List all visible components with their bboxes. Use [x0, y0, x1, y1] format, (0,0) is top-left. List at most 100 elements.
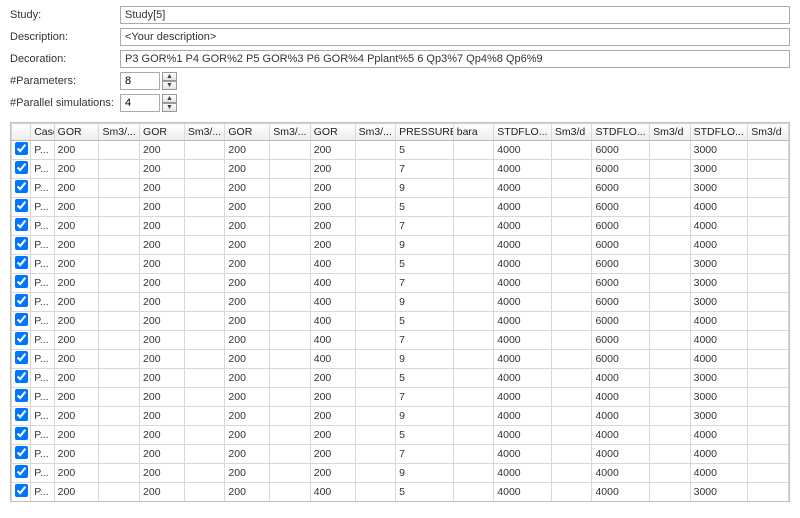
table-row[interactable]: P...2002002004005400060003000: [12, 255, 789, 274]
cell-u2[interactable]: [184, 350, 225, 369]
cell-su3[interactable]: [748, 236, 789, 255]
column-header[interactable]: Sm3/...: [99, 124, 140, 141]
column-header[interactable]: [12, 124, 31, 141]
cell-gor4[interactable]: 200: [310, 407, 355, 426]
cell-sf3[interactable]: 3000: [690, 160, 748, 179]
row-checkbox[interactable]: [15, 294, 28, 307]
table-row[interactable]: P...2002002002007400060004000: [12, 217, 789, 236]
cell-su3[interactable]: [748, 502, 789, 503]
cell-u4[interactable]: [355, 331, 396, 350]
cell-pressure[interactable]: 5: [396, 426, 454, 445]
cell-su2[interactable]: [650, 236, 691, 255]
cell-u4[interactable]: [355, 388, 396, 407]
table-row[interactable]: P...2002002004009400060003000: [12, 293, 789, 312]
cell-sf3[interactable]: 4000: [690, 464, 748, 483]
column-header[interactable]: Sm3/d: [650, 124, 691, 141]
cell-sf1[interactable]: 4000: [494, 179, 552, 198]
cell-gor4[interactable]: 200: [310, 445, 355, 464]
cell-sf3[interactable]: 4000: [690, 198, 748, 217]
cell-sf1[interactable]: 4000: [494, 236, 552, 255]
cell-u2[interactable]: [184, 426, 225, 445]
cell-gor2[interactable]: 200: [140, 274, 185, 293]
table-row[interactable]: P...2002002004005400040003000: [12, 483, 789, 502]
column-header[interactable]: GOR: [310, 124, 355, 141]
cell-su3[interactable]: [748, 445, 789, 464]
cell-pu[interactable]: [453, 426, 494, 445]
cell-case[interactable]: P...: [31, 369, 54, 388]
cell-gor2[interactable]: 200: [140, 388, 185, 407]
row-checkbox[interactable]: [15, 199, 28, 212]
cell-pu[interactable]: [453, 407, 494, 426]
row-checkbox[interactable]: [15, 256, 28, 269]
cell-gor2[interactable]: 200: [140, 255, 185, 274]
cell-u3[interactable]: [270, 160, 311, 179]
cell-sf2[interactable]: 4000: [592, 483, 650, 502]
cell-gor3[interactable]: 200: [225, 293, 270, 312]
cell-su3[interactable]: [748, 141, 789, 160]
cell-u3[interactable]: [270, 331, 311, 350]
cell-sf3[interactable]: 4000: [690, 426, 748, 445]
cell-sf3[interactable]: 3000: [690, 274, 748, 293]
cell-u1[interactable]: [99, 293, 140, 312]
cell-su3[interactable]: [748, 293, 789, 312]
parameters-input[interactable]: [120, 72, 160, 90]
cell-pu[interactable]: [453, 198, 494, 217]
cell-u2[interactable]: [184, 274, 225, 293]
cell-gor4[interactable]: 200: [310, 179, 355, 198]
cell-sf2[interactable]: 6000: [592, 160, 650, 179]
cell-gor1[interactable]: 200: [54, 502, 99, 503]
cell-gor4[interactable]: 400: [310, 255, 355, 274]
cell-u4[interactable]: [355, 350, 396, 369]
cell-u3[interactable]: [270, 179, 311, 198]
cell-gor1[interactable]: 200: [54, 388, 99, 407]
cell-case[interactable]: P...: [31, 179, 54, 198]
cell-su1[interactable]: [551, 198, 592, 217]
column-header[interactable]: Sm3/...: [184, 124, 225, 141]
cell-pu[interactable]: [453, 331, 494, 350]
column-header[interactable]: Case: [31, 124, 54, 141]
cell-u4[interactable]: [355, 217, 396, 236]
parallel-spin-down[interactable]: ▼: [162, 103, 177, 112]
cell-u3[interactable]: [270, 426, 311, 445]
cell-pu[interactable]: [453, 369, 494, 388]
cell-gor4[interactable]: 200: [310, 236, 355, 255]
cell-gor4[interactable]: 400: [310, 502, 355, 503]
cell-case[interactable]: P...: [31, 502, 54, 503]
cell-su1[interactable]: [551, 179, 592, 198]
cell-gor4[interactable]: 200: [310, 217, 355, 236]
cell-u3[interactable]: [270, 217, 311, 236]
cell-gor1[interactable]: 200: [54, 255, 99, 274]
cell-gor4[interactable]: 200: [310, 426, 355, 445]
cell-su3[interactable]: [748, 160, 789, 179]
cell-gor2[interactable]: 200: [140, 483, 185, 502]
cell-su3[interactable]: [748, 198, 789, 217]
cell-u4[interactable]: [355, 293, 396, 312]
cell-u1[interactable]: [99, 312, 140, 331]
cell-pu[interactable]: [453, 236, 494, 255]
cell-pressure[interactable]: 5: [396, 255, 454, 274]
cell-u2[interactable]: [184, 217, 225, 236]
cell-gor1[interactable]: 200: [54, 369, 99, 388]
cell-u2[interactable]: [184, 445, 225, 464]
cell-su2[interactable]: [650, 179, 691, 198]
cell-gor1[interactable]: 200: [54, 312, 99, 331]
cell-u3[interactable]: [270, 483, 311, 502]
row-checkbox[interactable]: [15, 332, 28, 345]
cell-sf1[interactable]: 4000: [494, 160, 552, 179]
cell-pu[interactable]: [453, 179, 494, 198]
cell-pressure[interactable]: 7: [396, 217, 454, 236]
cell-su2[interactable]: [650, 426, 691, 445]
cell-pressure[interactable]: 5: [396, 369, 454, 388]
cell-pressure[interactable]: 5: [396, 483, 454, 502]
cell-sf2[interactable]: 6000: [592, 274, 650, 293]
table-row[interactable]: P...2002002004007400060003000: [12, 274, 789, 293]
row-checkbox[interactable]: [15, 446, 28, 459]
cell-su2[interactable]: [650, 445, 691, 464]
cell-su3[interactable]: [748, 369, 789, 388]
cell-gor3[interactable]: 200: [225, 179, 270, 198]
cell-u2[interactable]: [184, 236, 225, 255]
cell-gor4[interactable]: 200: [310, 369, 355, 388]
cell-pressure[interactable]: 7: [396, 331, 454, 350]
cell-u1[interactable]: [99, 350, 140, 369]
cell-sf3[interactable]: 3000: [690, 293, 748, 312]
